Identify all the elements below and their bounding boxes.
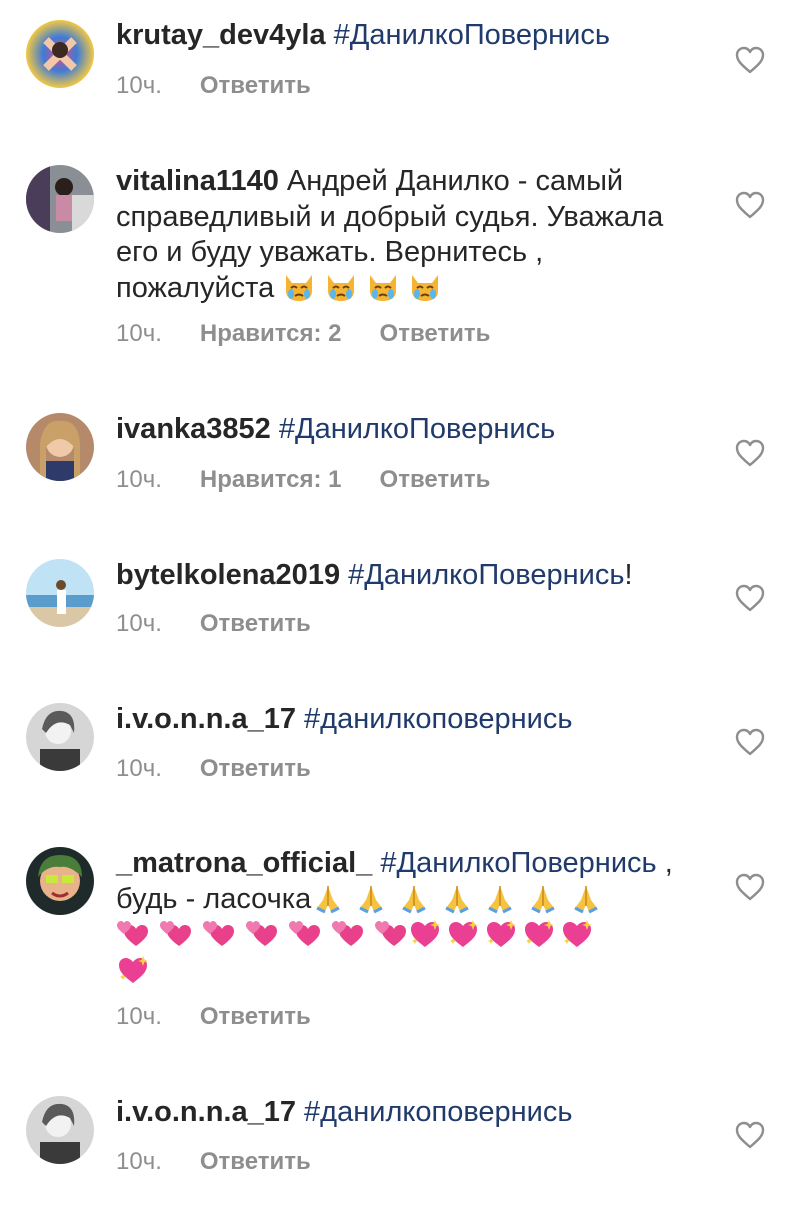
comment-username[interactable]: i.v.o.n.n.a_17 (116, 1096, 296, 1128)
revolving-hearts-emoji (288, 918, 322, 950)
comment-time: 10ч. (116, 466, 162, 493)
sparkling-heart-emoji (408, 918, 442, 950)
revolving-hearts-emoji (245, 918, 279, 950)
comment-time: 10ч. (116, 755, 162, 782)
comment-username[interactable]: vitalina1140 (116, 165, 279, 197)
comment-username[interactable]: bytelkolena2019 (116, 559, 340, 591)
reply-button[interactable]: Ответить (200, 72, 311, 100)
revolving-hearts-emoji (116, 918, 150, 950)
reply-button[interactable]: Ответить (380, 320, 491, 348)
folded-hands-emoji (483, 882, 517, 914)
likes-count[interactable]: Нравится: 2 (200, 320, 342, 348)
crying-cat-emoji (324, 271, 358, 303)
sparkling-heart-emoji (522, 918, 556, 950)
likes-count[interactable]: Нравится: 1 (200, 466, 342, 494)
avatar[interactable] (26, 165, 94, 233)
reply-button[interactable]: Ответить (200, 610, 311, 638)
folded-hands-emoji (440, 882, 474, 914)
comment-body: bytelkolena2019 #ДанилкоПовернись! (116, 558, 688, 593)
revolving-hearts-emoji (202, 918, 236, 950)
comment-hashtag[interactable]: #ДанилкоПовернись (380, 847, 656, 879)
comment-body: i.v.o.n.n.a_17 #данилкоповернись (116, 702, 688, 737)
avatar[interactable] (26, 703, 94, 771)
comment-username[interactable]: krutay_dev4yla (116, 19, 326, 51)
comment-username[interactable]: _matrona_official_ (116, 847, 372, 879)
heart-outline-icon[interactable] (735, 1121, 765, 1149)
crying-cat-emoji (366, 271, 400, 303)
crying-cat-emoji (408, 271, 442, 303)
comment-time: 10ч. (116, 1003, 162, 1030)
comment-username[interactable]: ivanka3852 (116, 413, 271, 445)
reply-button[interactable]: Ответить (200, 1148, 311, 1176)
comment-hashtag[interactable]: #ДанилкоПовернись (279, 413, 555, 445)
comment-meta: 10ч. Нравится: 1 Ответить (116, 466, 490, 494)
comment-meta: 10ч. Ответить (116, 1148, 311, 1176)
avatar[interactable] (26, 559, 94, 627)
avatar[interactable] (26, 847, 94, 915)
comment-body: ivanka3852 #ДанилкоПовернись (116, 412, 688, 447)
comment-text: ! (624, 559, 633, 591)
comment-time: 10ч. (116, 72, 162, 99)
comment-meta: 10ч. Ответить (116, 755, 311, 783)
crying-cat-emoji (282, 271, 316, 303)
folded-hands-emoji (311, 882, 345, 914)
avatar[interactable] (26, 1096, 94, 1164)
comment-meta: 10ч. Ответить (116, 1003, 311, 1031)
comment-hashtag[interactable]: #данилкоповернись (304, 703, 572, 735)
comment-body: i.v.o.n.n.a_17 #данилкоповернись (116, 1095, 688, 1130)
folded-hands-emoji (526, 882, 560, 914)
comment-hashtag[interactable]: #ДанилкоПовернись (348, 559, 624, 591)
folded-hands-emoji-group (311, 883, 611, 915)
sparkling-heart-emoji (484, 918, 518, 950)
heart-outline-icon[interactable] (735, 439, 765, 467)
comment-time: 10ч. (116, 1148, 162, 1175)
avatar[interactable] (26, 20, 94, 88)
heart-outline-icon[interactable] (735, 46, 765, 74)
reply-button[interactable]: Ответить (380, 466, 491, 494)
reply-button[interactable]: Ответить (200, 755, 311, 783)
comment-body: vitalina1140 Андрей Данилко - самый спра… (116, 164, 688, 306)
emoji-group (282, 272, 450, 304)
heart-outline-icon[interactable] (735, 873, 765, 901)
comment-body: _matrona_official_ #ДанилкоПовернись , б… (116, 845, 688, 989)
revolving-hearts-emoji (374, 918, 408, 950)
comment-time: 10ч. (116, 320, 162, 347)
avatar[interactable] (26, 413, 94, 481)
heart-outline-icon[interactable] (735, 584, 765, 612)
revolving-hearts-emoji (331, 918, 365, 950)
reply-button[interactable]: Ответить (200, 1003, 311, 1031)
heart-outline-icon[interactable] (735, 728, 765, 756)
sparkling-heart-emoji (116, 954, 150, 986)
folded-hands-emoji (397, 882, 431, 914)
sparkling-heart-emoji (446, 918, 480, 950)
comment-hashtag[interactable]: #данилкоповернись (304, 1096, 572, 1128)
comment-time: 10ч. (116, 610, 162, 637)
comment-username[interactable]: i.v.o.n.n.a_17 (116, 703, 296, 735)
comment-meta: 10ч. Ответить (116, 610, 311, 638)
comment-meta: 10ч. Нравится: 2 Ответить (116, 320, 490, 348)
comment-body: krutay_dev4yla #ДанилкоПовернись (116, 18, 688, 53)
revolving-hearts-emoji (159, 918, 193, 950)
folded-hands-emoji (569, 882, 603, 914)
revolving-hearts-emoji-group (116, 919, 408, 951)
heart-outline-icon[interactable] (735, 191, 765, 219)
sparkling-heart-emoji (560, 918, 594, 950)
comment-hashtag[interactable]: #ДанилкоПовернись (334, 19, 610, 51)
folded-hands-emoji (354, 882, 388, 914)
comment-meta: 10ч. Ответить (116, 72, 311, 100)
